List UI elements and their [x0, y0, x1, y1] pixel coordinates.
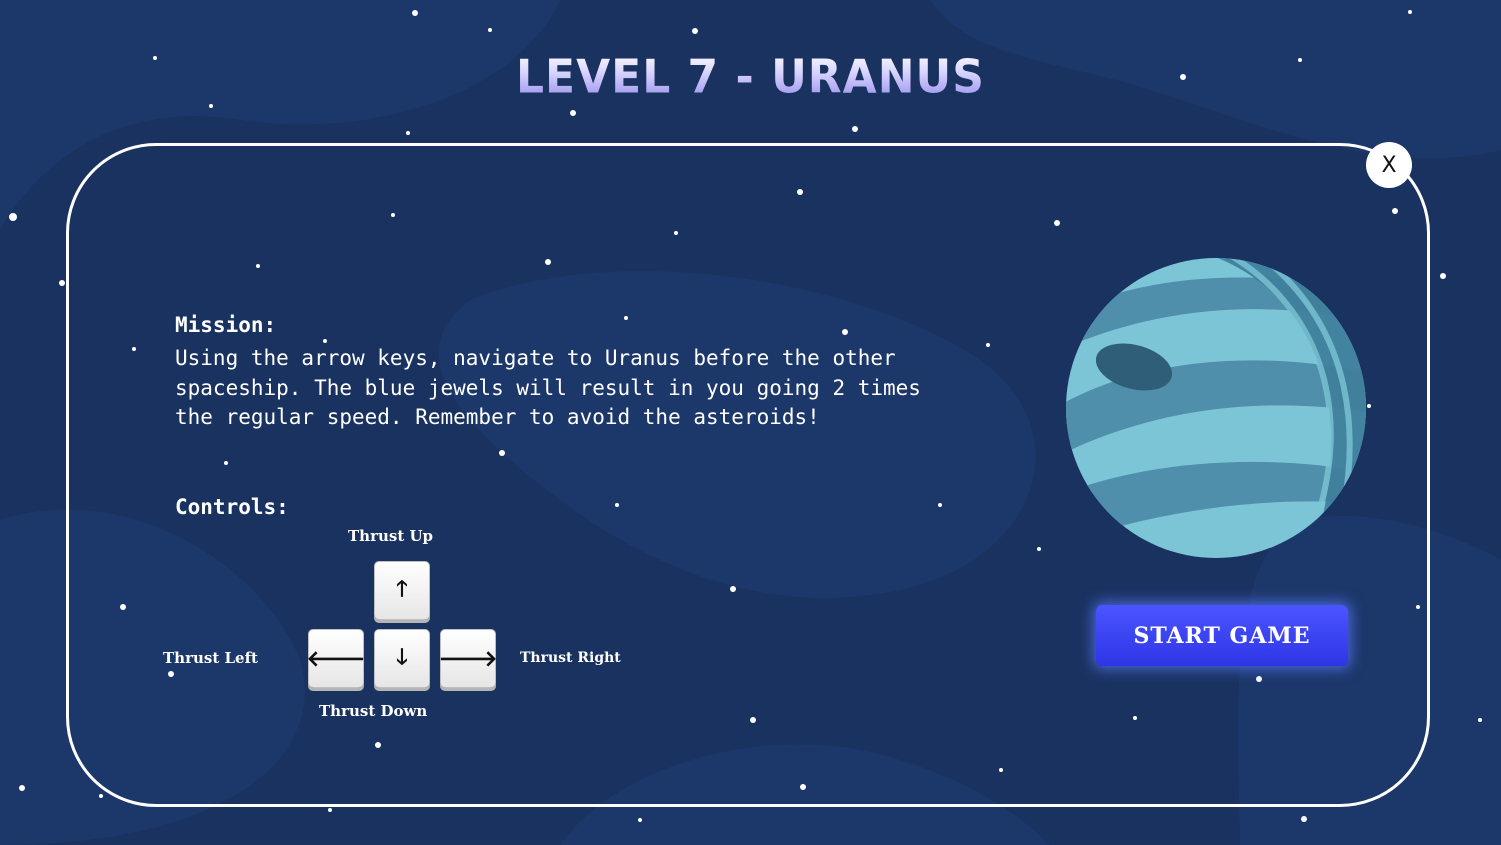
arrow-right-icon: 🡒 — [438, 646, 498, 672]
star — [570, 110, 576, 116]
star — [59, 280, 65, 286]
close-button[interactable]: X — [1366, 142, 1412, 188]
star — [19, 785, 25, 791]
star — [99, 794, 103, 798]
star — [488, 28, 492, 32]
star — [209, 104, 213, 108]
star — [692, 28, 698, 34]
mission-text: Using the arrow keys, navigate to Uranus… — [175, 346, 921, 429]
thrust-down-label: Thrust Down — [319, 702, 428, 720]
arrow-right-key[interactable]: 🡒 — [438, 629, 498, 688]
thrust-right-label: Thrust Right — [520, 650, 621, 666]
start-game-button[interactable]: START GAME — [1096, 605, 1348, 666]
star — [1478, 718, 1482, 722]
thrust-left-label: Thrust Left — [163, 649, 258, 667]
arrow-up-key[interactable]: 🡑 — [374, 561, 430, 620]
star — [1440, 273, 1446, 279]
uranus-planet-icon — [1066, 258, 1366, 558]
star — [412, 10, 418, 16]
arrow-down-icon: 🡓 — [396, 644, 408, 670]
star — [328, 808, 332, 812]
arrow-left-key[interactable]: 🡐 — [306, 629, 366, 688]
star — [1301, 816, 1307, 822]
thrust-up-label: Thrust Up — [348, 527, 434, 545]
level-title: LEVEL 7 - URANUS — [0, 51, 1501, 105]
star — [638, 818, 642, 822]
arrow-up-icon: 🡑 — [396, 576, 408, 602]
star — [852, 126, 858, 132]
star — [406, 131, 410, 135]
controls-heading: Controls: — [175, 495, 289, 519]
arrow-down-key[interactable]: 🡓 — [374, 629, 430, 688]
mission-heading: Mission: — [175, 313, 277, 337]
star — [1408, 10, 1412, 14]
arrow-left-icon: 🡐 — [306, 646, 366, 672]
star — [9, 213, 17, 221]
